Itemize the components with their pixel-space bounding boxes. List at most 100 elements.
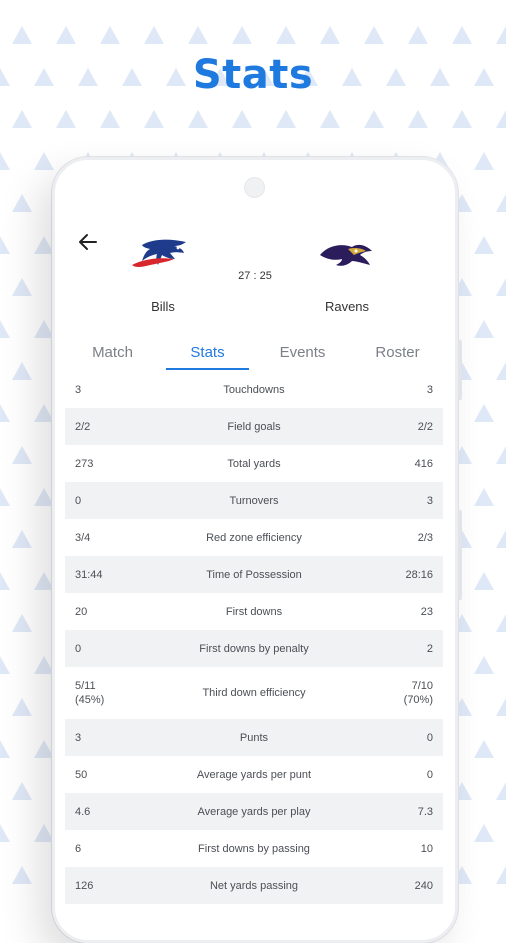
stat-home-value: 3 (75, 731, 82, 744)
stat-row: 3 Touchdowns 3 (65, 371, 443, 408)
ravens-logo (312, 235, 382, 279)
pattern-triangle (12, 362, 32, 380)
pattern-triangle (474, 572, 494, 590)
tab-match[interactable]: Match (65, 338, 160, 370)
pattern-triangle (0, 488, 10, 506)
pattern-triangle (320, 26, 340, 44)
stat-away-value: 10 (420, 842, 433, 855)
phone-camera (244, 177, 265, 198)
pattern-triangle (496, 782, 506, 800)
stat-label: First downs (225, 605, 283, 618)
stat-away-value: 23 (420, 605, 433, 618)
pattern-triangle (34, 236, 54, 254)
stat-home-value: 0 (75, 494, 82, 507)
pattern-triangle (496, 614, 506, 632)
pattern-triangle (474, 740, 494, 758)
pattern-triangle (0, 404, 10, 422)
pattern-triangle (56, 110, 76, 128)
back-arrow-icon[interactable] (78, 233, 98, 251)
stat-home-value: 5/11 (45%) (75, 680, 105, 706)
stat-row: 3 Punts 0 (65, 719, 443, 756)
pattern-triangle (34, 320, 54, 338)
pattern-triangle (34, 488, 54, 506)
pattern-triangle (34, 572, 54, 590)
stat-away-value: 2/3 (417, 531, 433, 544)
pattern-triangle (474, 488, 494, 506)
stat-away-value: 2/2 (417, 420, 433, 433)
pattern-triangle (496, 362, 506, 380)
stat-row: 273 Total yards 416 (65, 445, 443, 482)
stat-row: 6 First downs by passing 10 (65, 830, 443, 867)
stat-label: Average yards per play (197, 805, 311, 818)
stat-label: Field goals (227, 420, 281, 433)
pattern-triangle (496, 866, 506, 884)
stat-row: 5/11 (45%) Third down efficiency 7/10 (70%… (65, 667, 443, 719)
phone-frame: Bills 27 : 25 Ravens Match Stats Events Ros… (52, 157, 462, 943)
pattern-triangle (34, 824, 54, 842)
stat-label: Total yards (227, 457, 281, 470)
pattern-triangle (452, 110, 472, 128)
page-headline: Stats (192, 52, 314, 98)
home-team-name: Bills (151, 299, 175, 314)
pattern-triangle (100, 110, 120, 128)
pattern-triangle (188, 110, 208, 128)
stat-away-value: 0 (426, 731, 433, 744)
stat-row: 3/4 Red zone efficiency 2/3 (65, 519, 443, 556)
tab-stats[interactable]: Stats (160, 338, 255, 370)
pattern-triangle (474, 404, 494, 422)
stat-away-value: 0 (426, 768, 433, 781)
pattern-triangle (12, 698, 32, 716)
bills-logo (128, 235, 198, 279)
stats-table: 3 Touchdowns 3 2/2 Field goals 2/2 273 Total ya… (65, 371, 443, 904)
stat-home-value: 3 (75, 383, 82, 396)
pattern-triangle (474, 152, 494, 170)
pattern-triangle (34, 404, 54, 422)
tab-events[interactable]: Events (255, 338, 350, 370)
stat-away-value: 3 (426, 383, 433, 396)
stat-label: Net yards passing (209, 879, 299, 892)
pattern-triangle (474, 656, 494, 674)
phone-volume-button (458, 510, 462, 600)
away-team: Ravens (307, 235, 387, 314)
pattern-triangle (496, 278, 506, 296)
stat-home-value: 6 (75, 842, 82, 855)
pattern-triangle (496, 110, 506, 128)
tab-bar: Match Stats Events Roster (65, 338, 445, 370)
pattern-triangle (496, 446, 506, 464)
pattern-triangle (0, 236, 10, 254)
pattern-triangle (232, 110, 252, 128)
stat-away-value: 28:16 (405, 568, 433, 581)
pattern-triangle (12, 866, 32, 884)
stat-away-value: 240 (414, 879, 433, 892)
pattern-triangle (144, 110, 164, 128)
pattern-triangle (188, 26, 208, 44)
stat-row: 126 Net yards passing 240 (65, 867, 443, 904)
stat-label: Red zone efficiency (206, 531, 302, 544)
stat-home-value: 31:44 (75, 568, 103, 581)
stat-row: 20 First downs 23 (65, 593, 443, 630)
stat-home-value: 3/4 (75, 531, 91, 544)
pattern-triangle (0, 656, 10, 674)
stat-away-value: 2 (426, 642, 433, 655)
stat-home-value: 0 (75, 642, 82, 655)
pattern-triangle (496, 698, 506, 716)
pattern-triangle (34, 656, 54, 674)
pattern-triangle (276, 26, 296, 44)
stat-row: 31:44 Time of Possession 28:16 (65, 556, 443, 593)
pattern-triangle (12, 614, 32, 632)
stat-label: Touchdowns (223, 383, 285, 396)
pattern-triangle (496, 194, 506, 212)
stat-label: Punts (239, 731, 269, 744)
pattern-triangle (144, 26, 164, 44)
pattern-triangle (474, 824, 494, 842)
pattern-triangle (12, 782, 32, 800)
pattern-triangle (12, 26, 32, 44)
tab-roster[interactable]: Roster (350, 338, 445, 370)
pattern-triangle (56, 26, 76, 44)
pattern-triangle (0, 320, 10, 338)
stat-row: 2/2 Field goals 2/2 (65, 408, 443, 445)
pattern-triangle (496, 530, 506, 548)
match-score: 27 : 25 (238, 270, 272, 282)
pattern-triangle (232, 26, 252, 44)
stat-label: Average yards per punt (196, 768, 312, 781)
